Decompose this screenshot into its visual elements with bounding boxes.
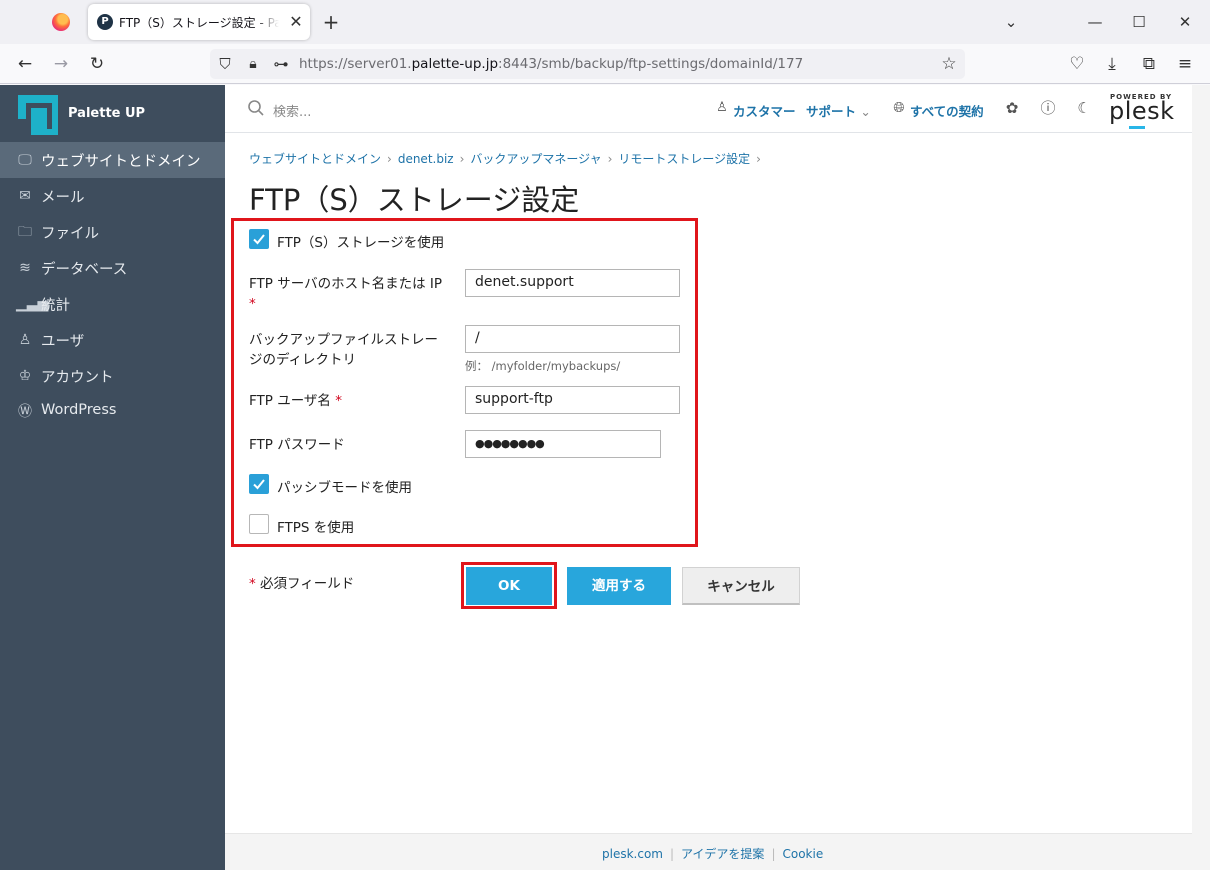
sidebar-item-users[interactable]: ♙ ユーザ [0,322,225,358]
breadcrumb: ウェブサイトとドメイン › denet.biz › バックアップマネージャ › リモートスト… [249,150,767,167]
footer: plesk.com | アイデアを提案 | Cookie [225,833,1192,870]
user-icon: ♙ [18,332,32,348]
chart-icon: ▁▃▅ [16,296,49,312]
username-label: FTP ユーザ名 * [249,393,342,409]
chevron-down-icon: ⌄ [860,104,871,119]
checkmark-icon [253,234,265,245]
reload-icon[interactable]: ↻ [85,52,109,76]
crown-icon: ♔ [18,368,32,384]
back-arrow-icon[interactable]: ← [13,52,37,76]
close-window-button[interactable]: ✕ [1170,8,1200,36]
breadcrumb-separator-icon: › [459,152,465,166]
host-input[interactable]: denet.support [465,269,680,297]
tab-title: FTP（S）ストレージ設定 - Palette UP [119,16,279,30]
top-header: 検索... ♙ カスタマー サポート ⌄ 🌐︎ すべての契約 ✿ ⓘ ☾ POW… [225,85,1192,133]
url-text: https://server01.palette-up.jp:8443/smb/… [299,56,804,72]
support-link[interactable]: サポート ⌄ [806,101,871,120]
ftps-checkbox[interactable] [249,514,269,534]
new-tab-button[interactable]: + [318,9,344,35]
sidebar: Palette UP 🖵︎ ウェブサイトとドメイン ✉ メール 🗀︎ ファイル … [0,85,225,870]
sidebar-item-wordpress[interactable]: Ⓦ WordPress [0,394,225,430]
customer-user-icon: ♙ [716,100,728,115]
ok-button[interactable]: OK [466,567,552,605]
directory-label: バックアップファイルストレージのディレクトリ [249,332,438,368]
password-input[interactable]: ●●●●●●●● [465,430,661,458]
search-icon[interactable] [247,99,265,117]
pocket-icon[interactable]: ♡ [1065,52,1089,76]
extensions-icon[interactable]: ⧉ [1137,52,1161,76]
shield-icon[interactable]: ⛉ [213,52,237,76]
browser-tab-bar: P FTP（S）ストレージ設定 - Palette UP ✕ + ⌄ — ☐ ✕ [0,0,1210,44]
sidebar-item-account[interactable]: ♔ アカウント [0,358,225,394]
sidebar-item-statistics[interactable]: ▁▃▅ 統計 [0,286,225,322]
required-fields-note: * 必須フィールド [249,576,355,592]
url-bar[interactable]: ⛉ 🔒︎ ⊶ https://server01.palette-up.jp:84… [210,49,965,79]
browser-nav-bar: ← → ↻ ⛉ 🔒︎ ⊶ https://server01.palette-up… [0,44,1210,84]
form-highlight-box [231,218,698,547]
menu-icon[interactable]: ≡ [1173,52,1197,76]
plesk-logo: plesk [1109,97,1175,125]
footer-plesk-link[interactable]: plesk.com [602,847,663,861]
minimize-button[interactable]: — [1080,8,1110,36]
tab-close-icon[interactable]: ✕ [285,11,307,33]
checkmark-icon [253,479,265,490]
footer-separator: | [669,847,675,861]
globe-icon: 🌐︎ [893,100,905,116]
directory-hint: 例： /myfolder/mybackups/ [465,359,621,373]
tab-list-icon[interactable]: ⌄ [996,8,1026,36]
sidebar-item-files[interactable]: 🗀︎ ファイル [0,214,225,250]
breadcrumb-domain[interactable]: denet.biz [398,152,454,166]
passive-mode-checkbox[interactable] [249,474,269,494]
apply-button[interactable]: 適用する [567,567,671,605]
firefox-icon[interactable] [52,13,70,31]
footer-suggest-idea-link[interactable]: アイデアを提案 [681,847,764,861]
customer-link[interactable]: カスタマー [733,101,796,120]
maximize-button[interactable]: ☐ [1124,8,1154,36]
use-storage-label[interactable]: FTP（S）ストレージを使用 [277,231,444,251]
mail-icon: ✉ [19,188,31,204]
breadcrumb-remote-storage[interactable]: リモートストレージ設定 [618,152,750,166]
plesk-logo-bar [1129,126,1145,129]
downloads-icon[interactable]: ⤓ [1100,52,1124,76]
brand-name: Palette UP [68,106,146,121]
page-title: FTP（S）ストレージ設定 [249,183,580,217]
sidebar-item-databases[interactable]: ≋ データベース [0,250,225,286]
page-scrollbar[interactable] [1192,85,1210,870]
search-input[interactable]: 検索... [273,101,311,120]
ftps-label[interactable]: FTPS を使用 [277,516,354,536]
passive-mode-label[interactable]: パッシブモードを使用 [277,476,412,496]
lock-icon[interactable]: 🔒︎ [241,52,265,76]
palette-favicon-icon: P [97,14,113,30]
breadcrumb-separator-icon: › [756,152,761,166]
palette-logo-icon [18,95,58,135]
breadcrumb-separator-icon: › [387,152,392,166]
help-icon[interactable]: ⓘ [1038,98,1058,118]
breadcrumb-websites[interactable]: ウェブサイトとドメイン [249,152,381,166]
host-label: FTP サーバのホスト名または IP * [249,276,442,312]
breadcrumb-separator-icon: › [607,152,613,166]
breadcrumb-backup-manager[interactable]: バックアップマネージャ [470,152,601,166]
dark-mode-moon-icon[interactable]: ☾ [1074,98,1094,118]
footer-separator: | [771,847,776,861]
bookmark-star-icon[interactable]: ☆ [937,52,961,76]
wordpress-icon: Ⓦ [18,404,32,420]
monitor-icon: 🖵︎ [18,152,32,168]
database-icon: ≋ [19,260,31,276]
directory-input[interactable]: / [465,325,680,353]
browser-tab[interactable]: P FTP（S）ストレージ設定 - Palette UP ✕ [88,4,310,40]
password-label: FTP パスワード [249,437,345,453]
folder-icon: 🗀︎ [18,224,32,240]
sidebar-item-mail[interactable]: ✉ メール [0,178,225,214]
all-subscriptions-link[interactable]: すべての契約 [910,101,984,120]
panel-logo-icon[interactable]: ✿ [1002,98,1022,118]
footer-links: plesk.com | アイデアを提案 | Cookie [602,845,823,862]
username-input[interactable]: support-ftp [465,386,680,414]
permissions-icon[interactable]: ⊶ [269,52,293,76]
use-storage-checkbox[interactable] [249,229,269,249]
sidebar-item-websites[interactable]: 🖵︎ ウェブサイトとドメイン [0,142,225,178]
forward-arrow-icon[interactable]: → [49,52,73,76]
footer-cookie-link[interactable]: Cookie [782,847,823,861]
cancel-button[interactable]: キャンセル [682,567,800,605]
